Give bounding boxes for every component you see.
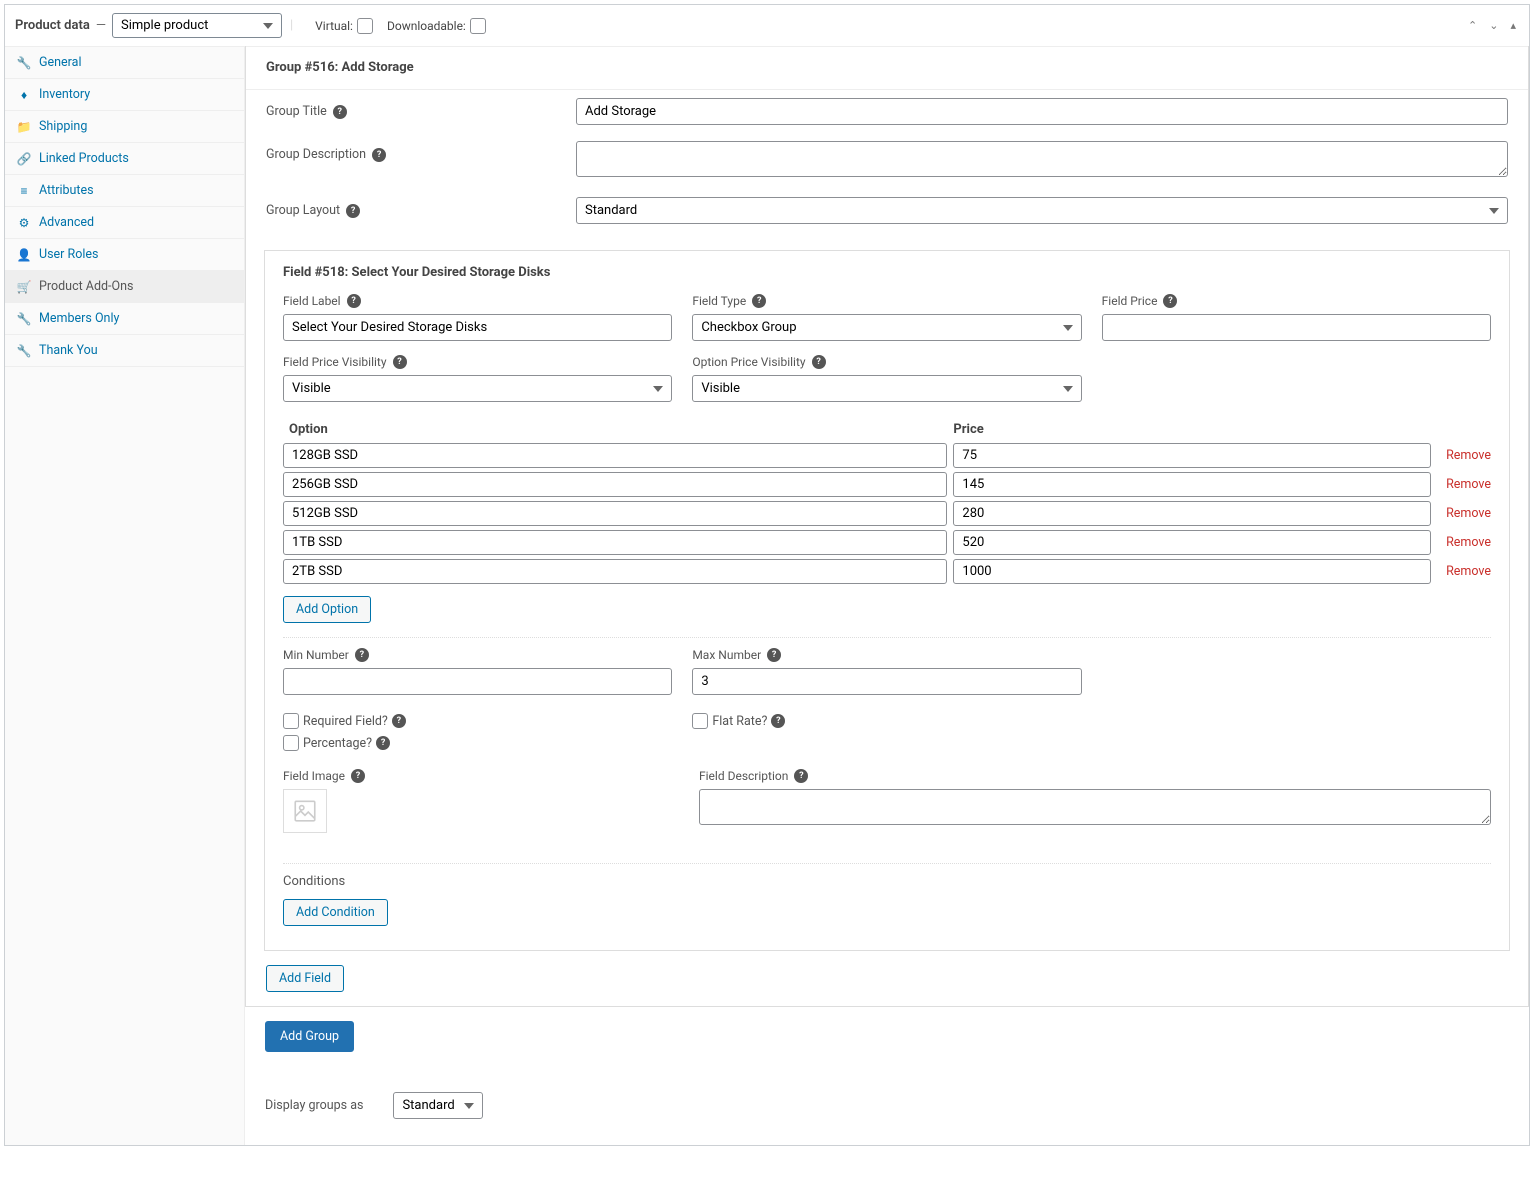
required-field-checkbox[interactable]: [283, 713, 299, 729]
help-icon[interactable]: ?: [392, 714, 406, 728]
field-box: Field #518: Select Your Desired Storage …: [264, 250, 1510, 951]
option-price-input[interactable]: [953, 472, 1431, 497]
panel-title: Product data: [15, 18, 90, 33]
downloadable-checkbox[interactable]: [470, 18, 486, 34]
help-icon[interactable]: ?: [752, 294, 766, 308]
sidebar-icon: ⚙: [17, 216, 31, 230]
option-name-input[interactable]: [283, 443, 947, 468]
sidebar-icon: 🔧: [17, 344, 31, 358]
caret-up-icon[interactable]: ▴: [1507, 17, 1519, 34]
option-row: Remove: [283, 530, 1491, 555]
option-price-visibility-select[interactable]: Visible: [692, 375, 1081, 402]
product-data-panel: Product data — Simple product | Virtual:…: [4, 4, 1530, 1146]
help-icon[interactable]: ?: [794, 769, 808, 783]
max-number-input[interactable]: [692, 668, 1081, 695]
group-header: Group #516: Add Storage: [246, 46, 1528, 90]
add-condition-button[interactable]: Add Condition: [283, 899, 388, 926]
help-icon[interactable]: ?: [771, 714, 785, 728]
sidebar-item-general[interactable]: 🔧General: [5, 47, 244, 78]
help-icon[interactable]: ?: [812, 355, 826, 369]
option-name-input[interactable]: [283, 559, 947, 584]
option-price-input[interactable]: [953, 559, 1431, 584]
sidebar-item-product-add-ons[interactable]: 🛒Product Add-Ons: [5, 271, 244, 302]
group-box: Group #516: Add Storage Group Title? Gro…: [245, 46, 1529, 1007]
help-icon[interactable]: ?: [1163, 294, 1177, 308]
option-price-input[interactable]: [953, 530, 1431, 555]
sidebar: 🔧General♦Inventory📁Shipping🔗Linked Produ…: [5, 47, 245, 1145]
chevron-down-icon[interactable]: ⌄: [1486, 17, 1501, 34]
field-price-input[interactable]: [1102, 314, 1491, 341]
sidebar-icon: ≡: [17, 184, 31, 198]
flat-rate-checkbox[interactable]: [692, 713, 708, 729]
help-icon[interactable]: ?: [372, 148, 386, 162]
field-header: Field #518: Select Your Desired Storage …: [283, 265, 1491, 280]
add-field-button[interactable]: Add Field: [266, 965, 344, 992]
help-icon[interactable]: ?: [333, 105, 347, 119]
help-icon[interactable]: ?: [355, 648, 369, 662]
help-icon[interactable]: ?: [347, 294, 361, 308]
virtual-checkbox-wrap: Virtual:: [315, 18, 373, 34]
min-number-input[interactable]: [283, 668, 672, 695]
sidebar-item-linked-products[interactable]: 🔗Linked Products: [5, 143, 244, 174]
sidebar-icon: 🛒: [17, 280, 31, 294]
option-name-input[interactable]: [283, 530, 947, 555]
option-name-input[interactable]: [283, 472, 947, 497]
help-icon[interactable]: ?: [351, 769, 365, 783]
field-description-input[interactable]: [699, 789, 1491, 825]
product-type-select[interactable]: Simple product: [112, 13, 282, 38]
sidebar-icon: 🔗: [17, 152, 31, 166]
display-groups-label: Display groups as: [265, 1098, 363, 1113]
sidebar-item-inventory[interactable]: ♦Inventory: [5, 79, 244, 110]
sidebar-icon: 👤: [17, 248, 31, 262]
remove-option-link[interactable]: Remove: [1437, 477, 1491, 492]
sidebar-icon: 🔧: [17, 312, 31, 326]
sidebar-icon: 🔧: [17, 56, 31, 70]
option-row: Remove: [283, 501, 1491, 526]
sidebar-item-shipping[interactable]: 📁Shipping: [5, 111, 244, 142]
option-row: Remove: [283, 443, 1491, 468]
option-price-input[interactable]: [953, 501, 1431, 526]
sidebar-item-thank-you[interactable]: 🔧Thank You: [5, 335, 244, 366]
sidebar-item-attributes[interactable]: ≡Attributes: [5, 175, 244, 206]
sidebar-icon: ♦: [17, 88, 31, 102]
percentage-checkbox[interactable]: [283, 735, 299, 751]
downloadable-checkbox-wrap: Downloadable:: [387, 18, 486, 34]
field-price-visibility-select[interactable]: Visible: [283, 375, 672, 402]
chevron-up-icon[interactable]: ⌃: [1465, 17, 1480, 34]
group-layout-select[interactable]: Standard: [576, 197, 1508, 224]
option-row: Remove: [283, 472, 1491, 497]
sidebar-icon: 📁: [17, 120, 31, 134]
sidebar-item-advanced[interactable]: ⚙Advanced: [5, 207, 244, 238]
display-groups-select[interactable]: Standard: [393, 1092, 483, 1119]
panel-header: Product data — Simple product | Virtual:…: [5, 5, 1529, 47]
option-name-input[interactable]: [283, 501, 947, 526]
help-icon[interactable]: ?: [376, 736, 390, 750]
remove-option-link[interactable]: Remove: [1437, 564, 1491, 579]
remove-option-link[interactable]: Remove: [1437, 506, 1491, 521]
option-row: Remove: [283, 559, 1491, 584]
add-option-button[interactable]: Add Option: [283, 596, 371, 623]
remove-option-link[interactable]: Remove: [1437, 535, 1491, 550]
help-icon[interactable]: ?: [393, 355, 407, 369]
group-description-input[interactable]: [576, 141, 1508, 177]
group-title-input[interactable]: [576, 98, 1508, 125]
sidebar-item-user-roles[interactable]: 👤User Roles: [5, 239, 244, 270]
sidebar-item-members-only[interactable]: 🔧Members Only: [5, 303, 244, 334]
add-group-button[interactable]: Add Group: [265, 1021, 354, 1052]
help-icon[interactable]: ?: [767, 648, 781, 662]
help-icon[interactable]: ?: [346, 204, 360, 218]
option-price-input[interactable]: [953, 443, 1431, 468]
field-image-placeholder[interactable]: [283, 789, 327, 833]
field-type-select[interactable]: Checkbox Group: [692, 314, 1081, 341]
remove-option-link[interactable]: Remove: [1437, 448, 1491, 463]
virtual-checkbox[interactable]: [357, 18, 373, 34]
field-label-input[interactable]: [283, 314, 672, 341]
main-content: Group #516: Add Storage Group Title? Gro…: [245, 47, 1529, 1145]
